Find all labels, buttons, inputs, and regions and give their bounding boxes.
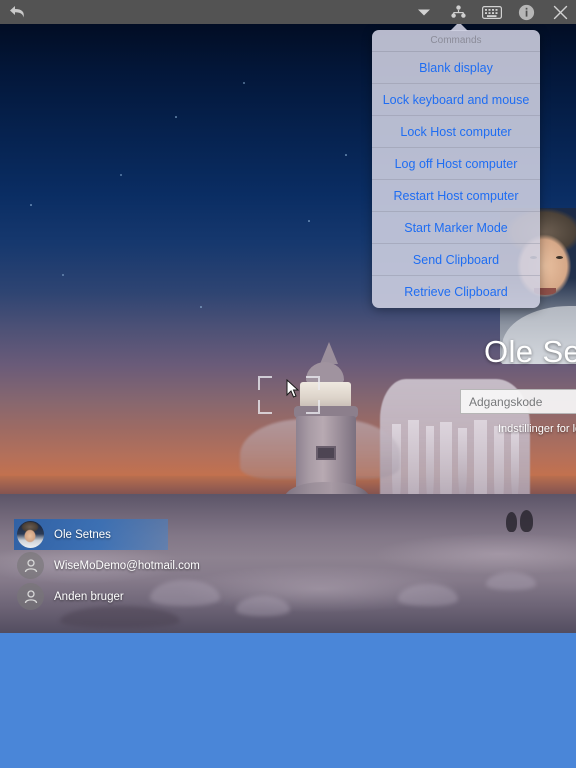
user-list-item-anden-bruger[interactable]: Anden bruger — [14, 581, 204, 612]
user-list-item-wisemodemo[interactable]: WiseMoDemo@hotmail.com — [14, 550, 204, 581]
command-send-clipboard[interactable]: Send Clipboard — [372, 244, 540, 276]
command-restart-host-computer[interactable]: Restart Host computer — [372, 180, 540, 212]
command-log-off-host-computer[interactable]: Log off Host computer — [372, 148, 540, 180]
lighthouse-window — [316, 446, 336, 460]
avatar-person-icon — [17, 583, 44, 610]
distant-person — [506, 512, 517, 532]
icicle — [458, 428, 467, 504]
command-retrieve-clipboard[interactable]: Retrieve Clipboard — [372, 276, 540, 308]
command-lock-host-computer[interactable]: Lock Host computer — [372, 116, 540, 148]
marker-bracket-top-left — [258, 376, 272, 390]
star — [200, 306, 202, 308]
password-field[interactable] — [460, 389, 576, 414]
app-root: Ole Setnes Indstillinger for logon Ole S… — [0, 0, 576, 768]
command-start-marker-mode[interactable]: Start Marker Mode — [372, 212, 540, 244]
marker-bracket-bottom-right — [306, 400, 320, 414]
keyboard-icon[interactable] — [482, 2, 502, 22]
viewport-filler — [0, 633, 576, 768]
commands-popover: Commands Blank display Lock keyboard and… — [372, 30, 540, 308]
user-name-label: WiseMoDemo@hotmail.com — [54, 559, 200, 572]
star — [175, 116, 177, 118]
star — [30, 204, 32, 206]
avatar-photo-icon — [17, 521, 44, 548]
marker-bracket-top-right — [306, 376, 320, 390]
command-blank-display[interactable]: Blank display — [372, 52, 540, 84]
close-icon[interactable] — [550, 2, 570, 22]
back-arrow-icon[interactable] — [7, 3, 29, 21]
user-name-label: Anden bruger — [54, 590, 124, 603]
toolbar-actions — [414, 0, 570, 24]
user-name-label: Ole Setnes — [54, 528, 111, 541]
chevron-down-icon[interactable] — [414, 2, 434, 22]
star — [62, 274, 64, 276]
user-list-item-ole-setnes[interactable]: Ole Setnes — [14, 519, 168, 550]
avatar-person-icon — [17, 552, 44, 579]
lockscreen-user-list: Ole Setnes WiseMoDemo@hotmail.com Anden … — [14, 519, 204, 612]
person-icon — [23, 589, 39, 605]
password-input[interactable] — [461, 390, 576, 413]
photo-eye — [556, 256, 563, 259]
command-lock-keyboard-and-mouse[interactable]: Lock keyboard and mouse — [372, 84, 540, 116]
star — [120, 174, 122, 176]
distant-person — [520, 510, 533, 532]
popover-header: Commands — [372, 30, 540, 52]
marker-bracket-bottom-left — [258, 400, 272, 414]
top-toolbar — [0, 0, 576, 24]
logon-options-link[interactable]: Indstillinger for logon — [498, 423, 576, 435]
person-icon — [23, 558, 39, 574]
connections-icon[interactable] — [448, 2, 468, 22]
lighthouse-spire — [320, 342, 338, 364]
info-icon[interactable] — [516, 2, 536, 22]
star — [243, 82, 245, 84]
snow-mound — [236, 596, 290, 616]
snow-mound — [486, 572, 536, 590]
lockscreen-display-name: Ole Setnes — [484, 334, 576, 369]
star — [345, 154, 347, 156]
star — [308, 220, 310, 222]
